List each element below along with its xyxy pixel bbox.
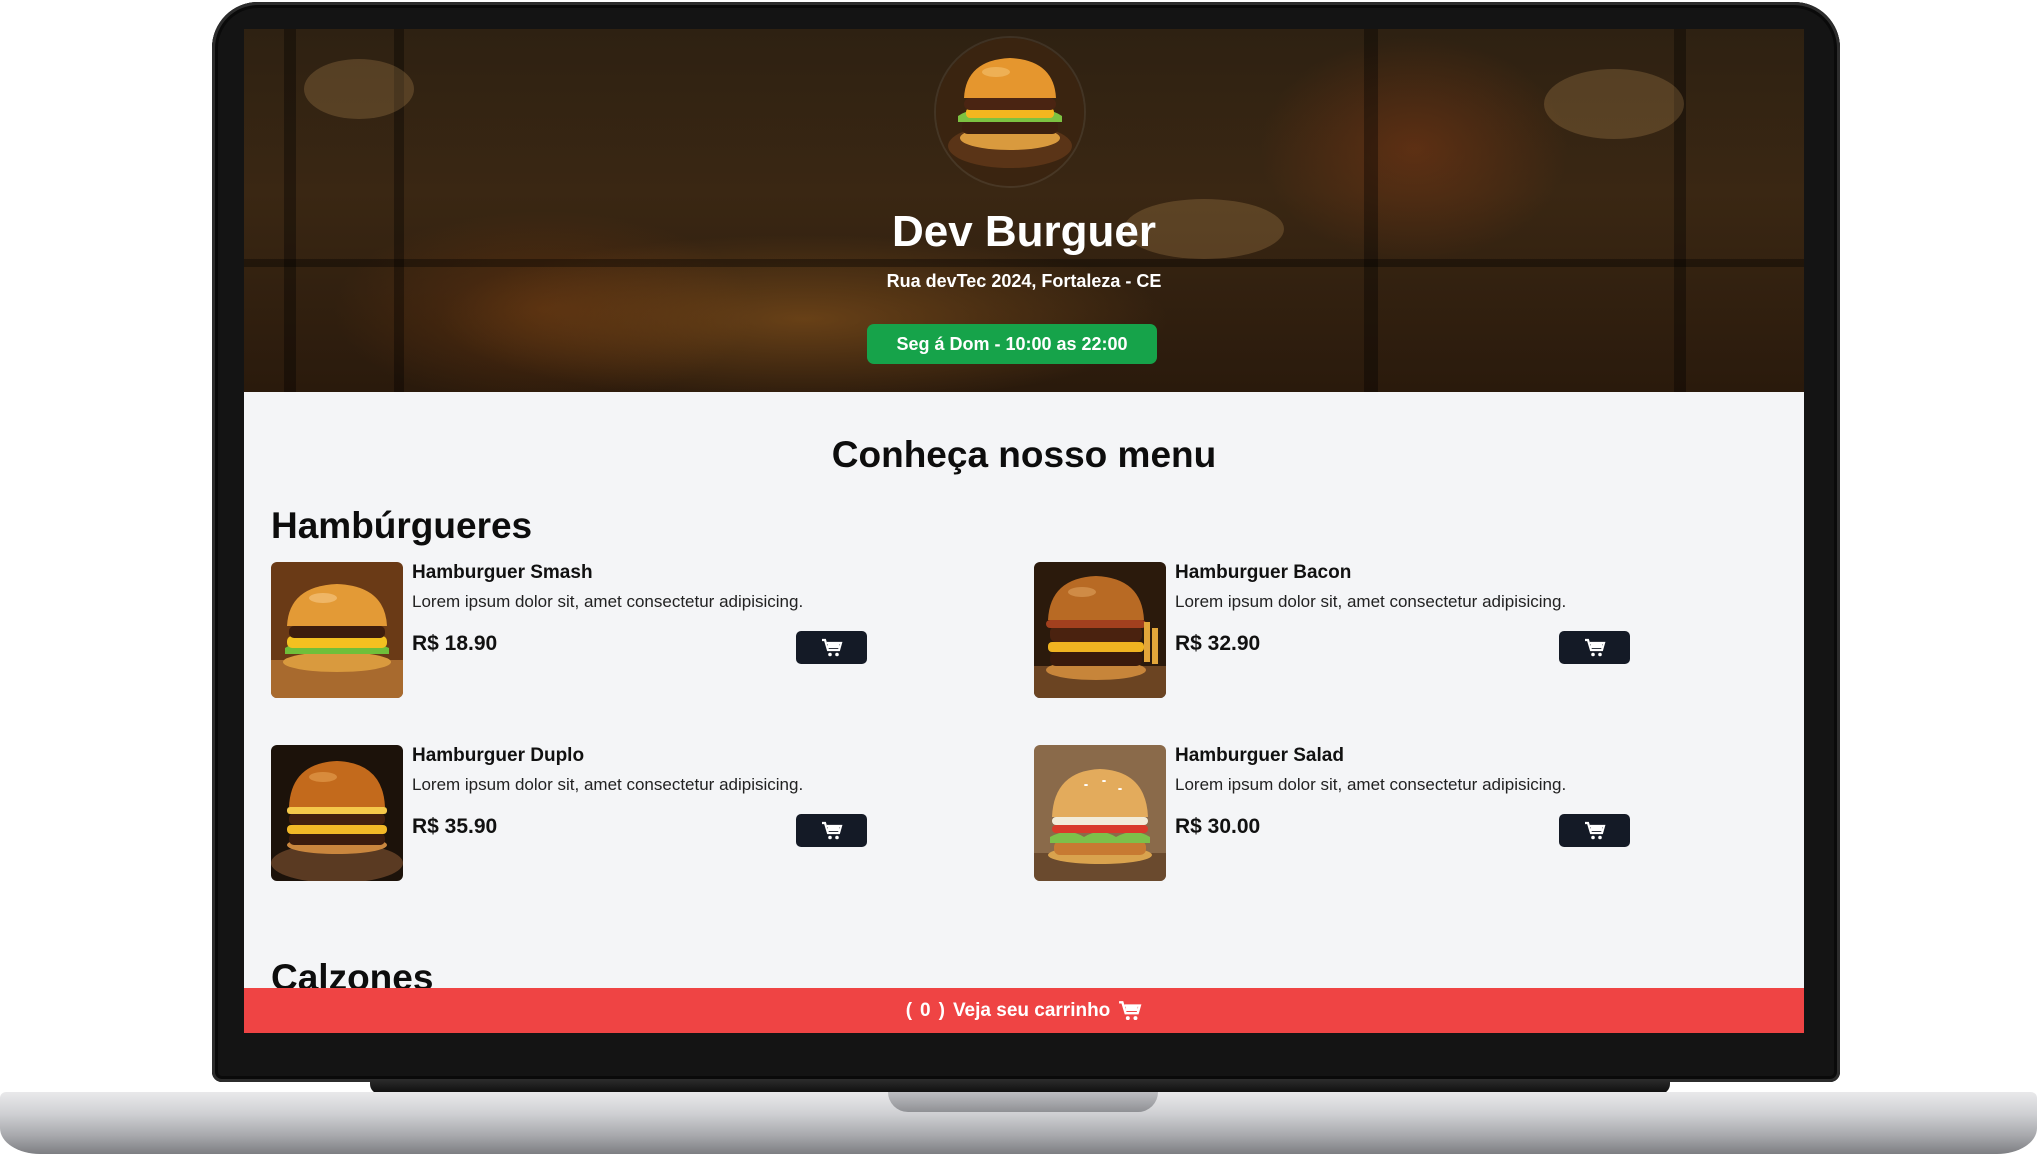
item-description: Lorem ipsum dolor sit, amet consectetur … — [1175, 592, 1567, 611]
cart-icon — [1584, 821, 1605, 839]
item-name: Hamburguer Smash — [412, 562, 593, 583]
add-to-cart-button[interactable] — [1559, 814, 1630, 847]
item-description: Lorem ipsum dolor sit, amet consectetur … — [412, 775, 804, 794]
item-description: Lorem ipsum dolor sit, amet consectetur … — [412, 592, 804, 611]
restaurant-logo — [936, 38, 1084, 186]
restaurant-address: Rua devTec 2024, Fortaleza - CE — [886, 271, 1162, 291]
item-price: R$ 30.00 — [1175, 815, 1261, 838]
item-name: Hamburguer Salad — [1175, 745, 1344, 766]
cart-icon — [821, 821, 842, 839]
item-price: R$ 18.90 — [412, 632, 498, 655]
item-price: R$ 35.90 — [412, 815, 498, 838]
menu-item: Hamburguer Salad Lorem ipsum dolor sit, … — [1034, 745, 1634, 881]
item-description: Lorem ipsum dolor sit, amet consectetur … — [1175, 775, 1567, 794]
item-price: R$ 32.90 — [1175, 632, 1261, 655]
opening-hours-badge: Seg á Dom - 10:00 as 22:00 — [867, 324, 1157, 364]
menu-item: Hamburguer Duplo Lorem ipsum dolor sit, … — [271, 745, 871, 881]
menu-item: Hamburguer Smash Lorem ipsum dolor sit, … — [271, 562, 871, 698]
add-to-cart-button[interactable] — [1559, 631, 1630, 664]
cart-count-open: ( — [905, 999, 913, 1021]
hero-decoration — [244, 259, 1804, 267]
item-image — [1034, 745, 1166, 881]
cart-count: 0 — [920, 999, 931, 1021]
screen: Dev Burguer Rua devTec 2024, Fortaleza -… — [244, 29, 1804, 1033]
item-image — [271, 562, 403, 698]
add-to-cart-button[interactable] — [796, 814, 867, 847]
laptop-notch — [888, 1092, 1158, 1112]
section-title-hamburgueres: Hambúrgueres — [271, 505, 533, 546]
cart-count-close: ) — [938, 999, 945, 1021]
item-image — [271, 745, 403, 881]
item-name: Hamburguer Bacon — [1175, 562, 1352, 583]
cart-label: Veja seu carrinho — [952, 999, 1111, 1021]
hero-decoration — [1544, 69, 1684, 139]
cart-icon — [1584, 638, 1605, 656]
restaurant-name: Dev Burguer — [891, 207, 1157, 256]
hero-header: Dev Burguer Rua devTec 2024, Fortaleza -… — [244, 29, 1804, 392]
view-cart-button[interactable]: ( 0 ) Veja seu carrinho — [244, 988, 1804, 1033]
cart-icon — [1119, 1000, 1142, 1020]
menu-title: Conheça nosso menu — [831, 434, 1217, 475]
cart-icon — [821, 638, 842, 656]
menu-item: Hamburguer Bacon Lorem ipsum dolor sit, … — [1034, 562, 1634, 698]
item-name: Hamburguer Duplo — [412, 745, 585, 766]
add-to-cart-button[interactable] — [796, 631, 867, 664]
hero-decoration — [304, 59, 414, 119]
item-image — [1034, 562, 1166, 698]
